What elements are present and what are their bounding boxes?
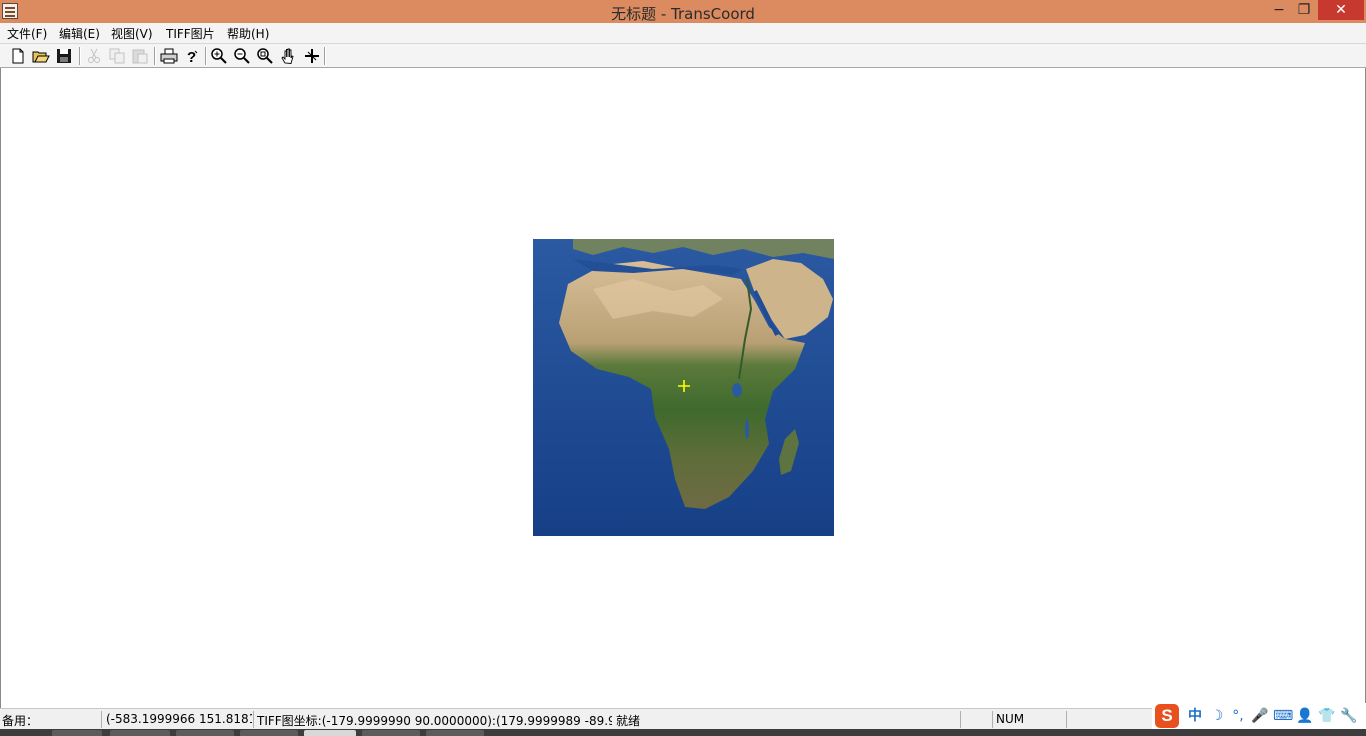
status-tiff-extent: TIFF图坐标:(-179.9999990 90.0000000):(179.9… [257,714,612,728]
taskbar-item[interactable] [176,730,234,736]
menu-view[interactable]: 视图(V) [111,25,153,42]
keyboard-icon[interactable]: ⌨ [1273,707,1293,725]
ime-language-toggle[interactable]: 中 [1186,707,1204,725]
zoom-fit-icon[interactable] [256,47,274,65]
moon-icon[interactable]: ☽ [1208,707,1226,725]
menu-file[interactable]: 文件(F) [7,25,47,42]
status-label: 备用： [2,714,39,728]
user-icon[interactable]: 👤 [1296,707,1314,725]
paste-icon[interactable] [131,47,149,65]
wrench-icon[interactable]: 🔧 [1340,707,1358,725]
zoom-out-icon[interactable] [233,47,251,65]
ime-toolbar: S 中 ☽ °, 🎤 ⌨ 👤 👕 🔧 [1152,703,1366,729]
restore-button[interactable]: ❐ [1292,0,1316,21]
taskbar-item[interactable] [52,730,102,736]
toolbar: ? [0,43,1366,68]
menu-tiff[interactable]: TIFF图片 [166,25,215,42]
save-icon[interactable] [55,47,73,65]
taskbar-item[interactable] [304,730,356,736]
taskbar-item[interactable] [362,730,420,736]
microphone-icon[interactable]: 🎤 [1251,707,1269,725]
close-button[interactable]: ✕ [1318,0,1364,20]
print-icon[interactable] [160,47,178,65]
crosshair-icon[interactable] [303,47,321,65]
open-folder-icon[interactable] [32,47,50,65]
taskbar-item[interactable] [426,730,484,736]
punctuation-icon[interactable]: °, [1229,707,1247,725]
window-title: 无标题 - TransCoord [611,5,755,23]
menu-edit[interactable]: 编辑(E) [59,25,100,42]
taskbar-item[interactable] [240,730,298,736]
taskbar-item[interactable] [110,730,170,736]
canvas-area[interactable] [0,68,1366,708]
status-num-lock: NUM [996,712,1025,726]
status-cursor-coords: (-583.1999966 151.81818 [106,712,252,726]
taskbar [0,729,1366,736]
menu-bar: 文件(F) 编辑(E) 视图(V) TIFF图片 帮助(H) [0,23,1366,43]
sogou-logo-icon[interactable]: S [1155,704,1179,728]
pan-hand-icon[interactable] [280,47,298,65]
copy-icon[interactable] [108,47,126,65]
cut-icon[interactable] [85,47,103,65]
zoom-in-icon[interactable] [210,47,228,65]
status-state: 就绪 [616,714,641,728]
title-bar: 无标题 - TransCoord − ❐ ✕ [0,0,1366,23]
minimize-button[interactable]: − [1266,0,1292,21]
menu-help[interactable]: 帮助(H) [227,25,269,42]
help-icon[interactable]: ? [183,47,201,65]
tiff-map-image[interactable] [533,239,834,536]
new-file-icon[interactable] [9,47,27,65]
skin-shirt-icon[interactable]: 👕 [1318,707,1336,725]
